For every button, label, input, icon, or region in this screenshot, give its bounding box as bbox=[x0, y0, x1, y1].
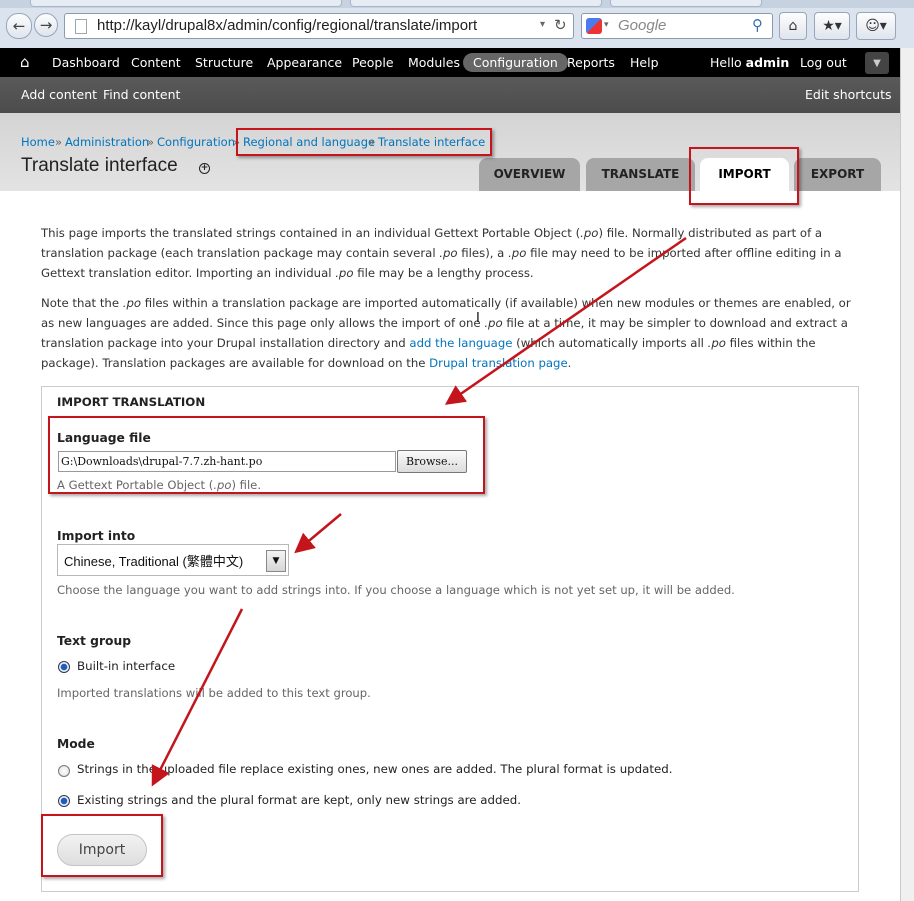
text-cursor-icon: I bbox=[476, 311, 480, 326]
annotation-arrow-to-mode bbox=[151, 608, 244, 787]
annotation-arrow-to-import-into bbox=[294, 513, 342, 554]
annotation-arrows bbox=[151, 236, 687, 787]
annotation-arrow-to-language-file bbox=[444, 236, 687, 405]
window-edge bbox=[900, 48, 914, 901]
